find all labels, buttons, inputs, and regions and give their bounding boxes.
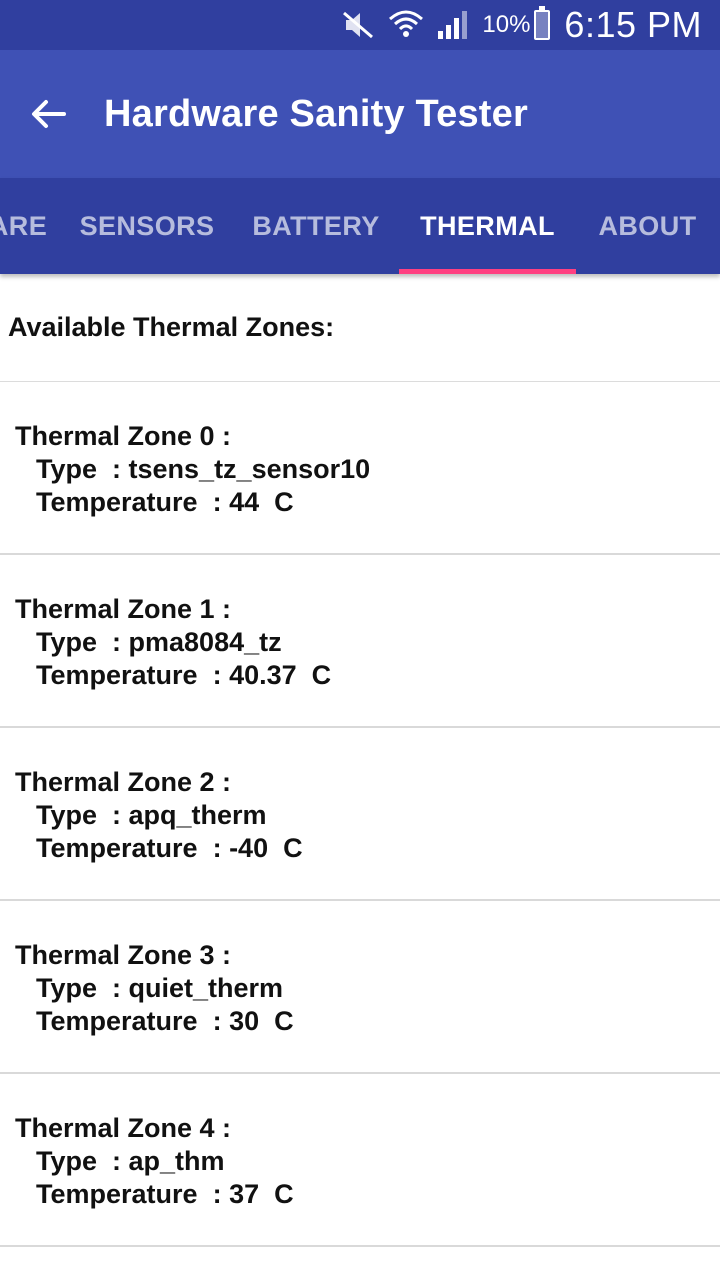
zone-type-line: Type : ap_thm	[36, 1146, 225, 1176]
temperature-value: 37	[229, 1179, 260, 1209]
temperature-value: 44	[229, 487, 260, 517]
type-value: ap_thm	[128, 1146, 225, 1176]
zone-title: Thermal Zone 1 :	[15, 594, 232, 624]
type-label: Type	[36, 973, 98, 1003]
type-value: quiet_therm	[128, 973, 284, 1003]
zone-temperature-line: Temperature : 40.37 C	[36, 660, 332, 690]
thermal-zone-card: Thermal Zone 0 : Type : tsens_tz_sensor1…	[0, 382, 720, 555]
temperature-unit: C	[274, 487, 294, 517]
thermal-zone-card: Thermal Zone 2 : Type : apq_therm Temper…	[0, 728, 720, 901]
zone-title: Thermal Zone 4 :	[15, 1113, 232, 1143]
zone-type-line: Type : tsens_tz_sensor10	[36, 454, 371, 484]
temperature-label: Temperature	[36, 1179, 198, 1209]
app-bar: Hardware Sanity Tester	[0, 50, 720, 178]
app-title: Hardware Sanity Tester	[104, 92, 528, 135]
tab-hardware[interactable]: ARE	[0, 178, 56, 274]
signal-icon	[436, 9, 470, 41]
temperature-label: Temperature	[36, 833, 198, 863]
tab-indicator	[399, 269, 576, 274]
temperature-value: 40.37	[229, 660, 297, 690]
type-value: apq_therm	[128, 800, 267, 830]
wifi-icon	[388, 9, 424, 41]
type-label: Type	[36, 1146, 98, 1176]
type-label: Type	[36, 627, 98, 657]
zone-temperature-line: Temperature : 37 C	[36, 1179, 294, 1209]
zone-type-line: Type : pma8084_tz	[36, 627, 282, 657]
zone-type-line: Type : quiet_therm	[36, 973, 284, 1003]
temperature-label: Temperature	[36, 660, 198, 690]
mute-icon	[342, 10, 376, 40]
temperature-unit: C	[283, 833, 303, 863]
tab-bar: ARE SENSORS BATTERY THERMAL ABOUT	[0, 178, 720, 274]
zone-temperature-line: Temperature : 30 C	[36, 1006, 294, 1036]
tab-thermal[interactable]: THERMAL	[399, 178, 576, 274]
battery-icon	[534, 6, 551, 40]
tab-about[interactable]: ABOUT	[580, 178, 715, 274]
clock: 6:15 PM	[564, 4, 702, 45]
status-bar: 10% 6:15 PM	[0, 0, 720, 50]
zone-title: Thermal Zone 0 :	[15, 421, 232, 451]
battery-percent: 10%	[482, 11, 531, 38]
tab-sensors[interactable]: SENSORS	[66, 178, 228, 274]
zone-temperature-line: Temperature : 44 C	[36, 487, 294, 517]
temperature-label: Temperature	[36, 1006, 198, 1036]
zone-title: Thermal Zone 2 :	[15, 767, 232, 797]
type-value: tsens_tz_sensor10	[128, 454, 371, 484]
type-label: Type	[36, 454, 98, 484]
temperature-unit: C	[274, 1006, 294, 1036]
zone-type-line: Type : apq_therm	[36, 800, 267, 830]
type-value: pma8084_tz	[128, 627, 282, 657]
thermal-zone-card: Thermal Zone 4 : Type : ap_thm Temperatu…	[0, 1074, 720, 1247]
type-label: Type	[36, 800, 98, 830]
temperature-unit: C	[311, 660, 332, 690]
temperature-unit: C	[274, 1179, 294, 1209]
temperature-label: Temperature	[36, 487, 198, 517]
back-button[interactable]	[0, 66, 96, 162]
zone-temperature-line: Temperature : -40 C	[36, 833, 303, 863]
temperature-value: 30	[229, 1006, 260, 1036]
section-header: Available Thermal Zones:	[0, 274, 720, 382]
thermal-zone-card: Thermal Zone 1 : Type : pma8084_tz Tempe…	[0, 555, 720, 728]
zone-title: Thermal Zone 3 :	[15, 940, 232, 970]
back-arrow-icon	[32, 100, 66, 128]
temperature-value: -40	[229, 833, 269, 863]
thermal-zone-card: Thermal Zone 3 : Type : quiet_therm Temp…	[0, 901, 720, 1074]
tab-battery[interactable]: BATTERY	[235, 178, 397, 274]
